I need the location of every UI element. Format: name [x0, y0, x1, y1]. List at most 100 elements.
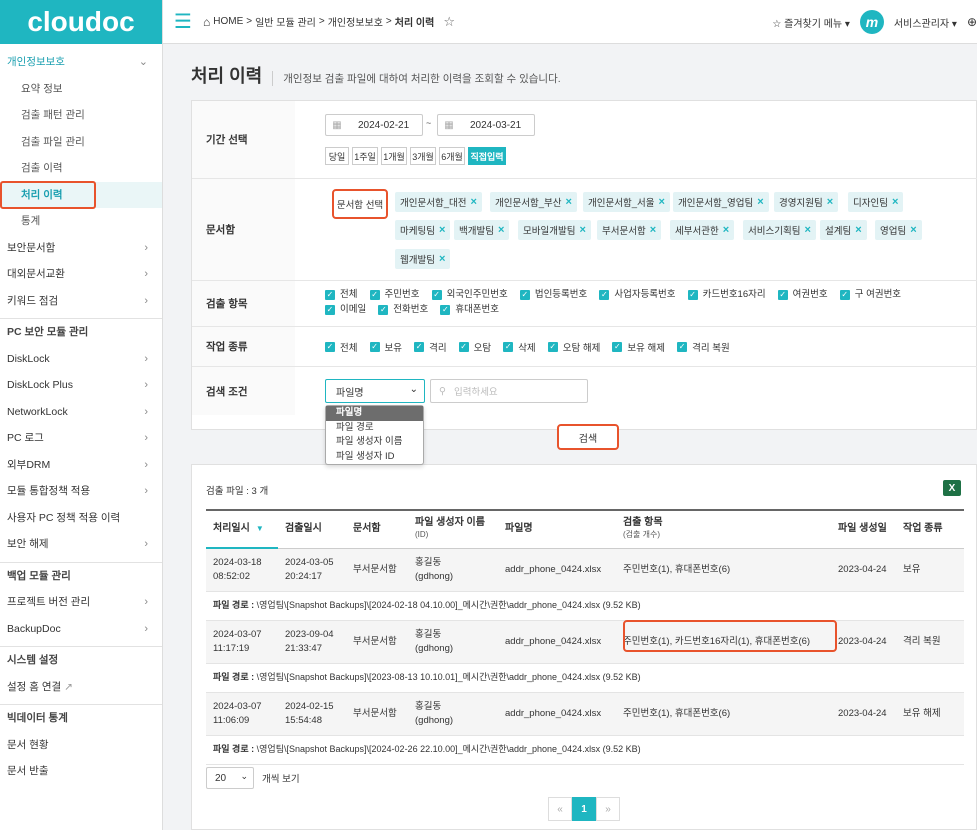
dropdown-option[interactable]: 파일 경로: [326, 421, 423, 436]
sidebar-item-security-release[interactable]: 보안 해제 ›: [0, 531, 162, 558]
excel-download-icon[interactable]: X: [943, 480, 961, 496]
work-checkbox[interactable]: ✓ 격리: [414, 340, 447, 354]
sidebar-item-doc-status[interactable]: 문서 현황: [0, 732, 162, 759]
detect-checkbox[interactable]: ✓ 전화번호: [378, 303, 428, 317]
docbox-tag[interactable]: 웹개발팀 ×: [395, 249, 451, 269]
sidebar-item-disklock[interactable]: DiskLock ›: [0, 346, 162, 373]
dropdown-option[interactable]: 파일 생성자 이름: [326, 435, 423, 450]
sidebar-item-pattern[interactable]: 검출 패턴 관리: [0, 102, 162, 129]
remove-icon[interactable]: ×: [910, 224, 916, 236]
breadcrumb-privacy[interactable]: 개인정보보호: [328, 14, 383, 29]
sidebar-item-project-version[interactable]: 프로젝트 버전 관리 ›: [0, 589, 162, 616]
sidebar-item-module-policy[interactable]: 모듈 통합정책 적용 ›: [0, 478, 162, 505]
period-today-button[interactable]: 당일: [325, 147, 349, 165]
remove-icon[interactable]: ×: [804, 224, 810, 236]
sidebar-item-settings-home[interactable]: 설정 홈 연결 ↗: [0, 674, 162, 701]
remove-icon[interactable]: ×: [827, 196, 833, 208]
avatar[interactable]: m: [859, 10, 884, 34]
docbox-tag[interactable]: 서비스기획팀 ×: [743, 220, 816, 240]
work-checkbox[interactable]: ✓ 격리 복원: [677, 340, 730, 354]
sidebar-item-stats[interactable]: 통계: [0, 208, 162, 235]
docbox-tag[interactable]: 디자인팀 ×: [848, 192, 904, 212]
period-6month-button[interactable]: 6개월: [439, 147, 465, 165]
detect-checkbox[interactable]: ✓ 구 여권번호: [839, 288, 901, 302]
detect-checkbox[interactable]: ✓ 외국인주민번호: [431, 288, 508, 302]
home-icon[interactable]: ⌂: [203, 15, 210, 29]
sidebar-item-keyword-check[interactable]: 키워드 점검 ›: [0, 288, 162, 315]
detect-checkbox[interactable]: ✓ 이메일: [325, 303, 366, 317]
docbox-tag[interactable]: 경영지원팀 ×: [774, 192, 839, 212]
docbox-tag[interactable]: 개인문서함_대전 ×: [395, 192, 482, 212]
dropdown-option[interactable]: 파일 생성자 ID: [326, 450, 423, 465]
detect-checkbox[interactable]: ✓ 법인등록번호: [519, 288, 587, 302]
sidebar-item-process-history[interactable]: 처리 이력: [0, 181, 162, 208]
hamburger-menu-icon[interactable]: ☰: [163, 9, 203, 34]
sidebar-item-detect-files[interactable]: 검출 파일 관리: [0, 129, 162, 156]
period-1week-button[interactable]: 1주일: [352, 147, 378, 165]
sidebar-item-disklock-plus[interactable]: DiskLock Plus ›: [0, 372, 162, 399]
docbox-tag[interactable]: 영업팀 ×: [875, 220, 922, 240]
remove-icon[interactable]: ×: [658, 196, 664, 208]
cloudoc-logo[interactable]: cloudoc: [0, 0, 162, 44]
remove-icon[interactable]: ×: [565, 196, 571, 208]
breadcrumb-home[interactable]: HOME: [213, 16, 243, 27]
detect-checkbox[interactable]: ✓ 여권번호: [777, 288, 828, 302]
remove-icon[interactable]: ×: [498, 224, 504, 236]
remove-icon[interactable]: ×: [757, 196, 763, 208]
search-button[interactable]: 검색: [557, 424, 619, 450]
remove-icon[interactable]: ×: [470, 196, 476, 208]
table-row[interactable]: 2024-03-07 11:17:19 2023-09-04 21:33:47 부서…: [206, 620, 964, 664]
remove-icon[interactable]: ×: [439, 224, 445, 236]
remove-icon[interactable]: ×: [892, 196, 898, 208]
detect-checkbox[interactable]: ✓ 카드번호16자리: [687, 288, 766, 302]
sidebar-item-backupdoc[interactable]: BackupDoc ›: [0, 616, 162, 643]
sidebar-item-privacy[interactable]: 개인정보보호 ⌄: [0, 49, 162, 76]
date-from-field[interactable]: ▦ 2024-02-21: [325, 114, 423, 136]
period-1month-button[interactable]: 1개월: [381, 147, 407, 165]
per-page-select[interactable]: 20 ⌄: [206, 767, 254, 789]
work-checkbox[interactable]: ✓ 전체: [325, 340, 357, 354]
table-row[interactable]: 2024-03-18 08:52:02 2024-03-05 20:24:17 부서…: [206, 548, 964, 592]
docbox-select-button[interactable]: 문서함 선택: [332, 189, 388, 219]
pager-next-button[interactable]: »: [596, 797, 620, 821]
globe-icon[interactable]: ⊕: [967, 15, 977, 29]
breadcrumb-general-module[interactable]: 일반 모듈 관리: [255, 14, 316, 29]
header-processed[interactable]: 처리일시 ▼: [206, 509, 278, 549]
docbox-tag[interactable]: 세부서관한 ×: [670, 220, 735, 240]
period-3month-button[interactable]: 3개월: [410, 147, 436, 165]
favorites-menu[interactable]: ☆ 즐겨찾기 메뉴 ▾: [772, 15, 850, 30]
detect-checkbox[interactable]: ✓ 사업자등록번호: [599, 288, 676, 302]
work-checkbox[interactable]: ✓ 보유 해제: [612, 340, 665, 354]
sidebar-item-pc-log[interactable]: PC 로그 ›: [0, 425, 162, 452]
search-condition-select[interactable]: 파일명 ⌄: [325, 379, 425, 403]
detect-checkbox[interactable]: ✓ 주민번호: [369, 288, 420, 302]
work-checkbox[interactable]: ✓ 삭제: [503, 340, 536, 354]
sidebar-item-user-pc-policy[interactable]: 사용자 PC 정책 적용 이력: [0, 505, 162, 532]
docbox-tag[interactable]: 모바일개발팀 ×: [518, 220, 591, 240]
docbox-tag[interactable]: 백개발팀 ×: [454, 220, 510, 240]
work-checkbox[interactable]: ✓ 보유: [369, 340, 402, 354]
sidebar-item-secure-docbox[interactable]: 보안문서함 ›: [0, 235, 162, 262]
remove-icon[interactable]: ×: [439, 253, 445, 265]
work-checkbox[interactable]: ✓ 오탐 해제: [547, 340, 600, 354]
remove-icon[interactable]: ×: [579, 224, 585, 236]
sidebar-item-summary[interactable]: 요약 정보: [0, 76, 162, 103]
work-checkbox[interactable]: ✓ 오탐: [458, 340, 491, 354]
sidebar-item-networklock[interactable]: NetworkLock ›: [0, 399, 162, 426]
docbox-tag[interactable]: 설계팀 ×: [820, 220, 867, 240]
docbox-tag[interactable]: 개인문서함_영업팀 ×: [673, 192, 769, 212]
search-input[interactable]: ⚲ 입력하세요: [430, 379, 588, 403]
docbox-tag[interactable]: 개인문서함_서울 ×: [583, 192, 670, 212]
remove-icon[interactable]: ×: [723, 224, 729, 236]
docbox-tag[interactable]: 개인문서함_부산 ×: [490, 192, 577, 212]
sidebar-item-external-exchange[interactable]: 대외문서교환 ›: [0, 261, 162, 288]
remove-icon[interactable]: ×: [650, 224, 656, 236]
remove-icon[interactable]: ×: [855, 224, 861, 236]
sidebar-item-external-drm[interactable]: 외부DRM ›: [0, 452, 162, 479]
sidebar-item-detect-history[interactable]: 검출 이력: [0, 155, 162, 182]
star-icon[interactable]: ☆: [443, 14, 455, 30]
sidebar-item-doc-export[interactable]: 문서 반출: [0, 758, 162, 785]
docbox-tag[interactable]: 마케팅팀 ×: [395, 220, 451, 240]
sort-desc-icon[interactable]: ▼: [256, 524, 264, 533]
dropdown-option[interactable]: 파일명: [326, 406, 423, 421]
